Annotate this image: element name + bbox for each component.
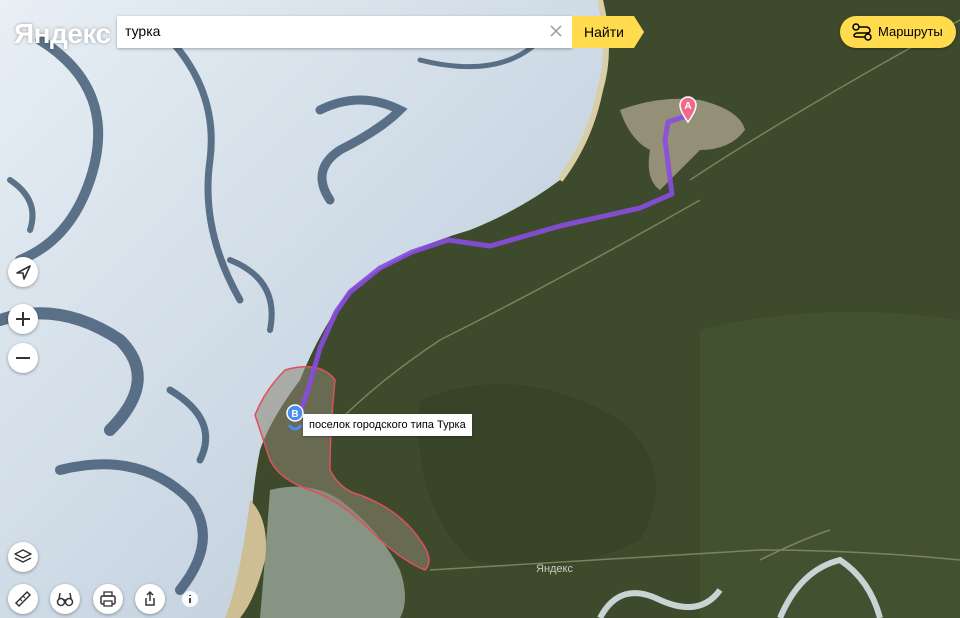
satellite-map[interactable] xyxy=(0,0,960,618)
marker-b-letter: B xyxy=(291,409,298,420)
zoom-out-button[interactable] xyxy=(8,343,38,373)
binoculars-icon xyxy=(56,592,74,607)
find-button[interactable]: Найти xyxy=(572,16,644,48)
place-label-turka[interactable]: поселок городского типа Турка xyxy=(303,414,472,436)
routes-button-label: Маршруты xyxy=(878,24,943,39)
clear-search-icon[interactable] xyxy=(548,23,564,39)
ruler-icon xyxy=(14,590,32,608)
location-arrow-icon xyxy=(16,265,31,280)
zoom-out-icon xyxy=(16,357,30,359)
route-icon xyxy=(852,23,872,41)
info-icon[interactable] xyxy=(181,590,199,608)
print-icon xyxy=(100,591,116,607)
layers-icon xyxy=(14,549,32,563)
panorama-button[interactable] xyxy=(50,584,80,614)
zoom-in-button[interactable] xyxy=(8,304,38,334)
lighter-forest xyxy=(700,312,960,618)
find-button-label: Найти xyxy=(584,24,624,40)
share-icon xyxy=(145,590,155,606)
search-box[interactable] xyxy=(117,16,572,48)
zoom-in-icon xyxy=(16,312,30,326)
location-button[interactable] xyxy=(8,257,38,287)
search-input[interactable] xyxy=(117,16,545,46)
layers-button[interactable] xyxy=(8,542,38,572)
routes-button[interactable]: Маршруты xyxy=(840,16,956,48)
map-watermark: Яндекс xyxy=(536,563,573,575)
yandex-logo[interactable]: Яндекс xyxy=(14,18,111,50)
share-button[interactable] xyxy=(135,584,165,614)
print-button[interactable] xyxy=(93,584,123,614)
marker-a-letter: A xyxy=(684,101,691,112)
ruler-button[interactable] xyxy=(8,584,38,614)
marker-a[interactable]: A xyxy=(678,95,698,123)
